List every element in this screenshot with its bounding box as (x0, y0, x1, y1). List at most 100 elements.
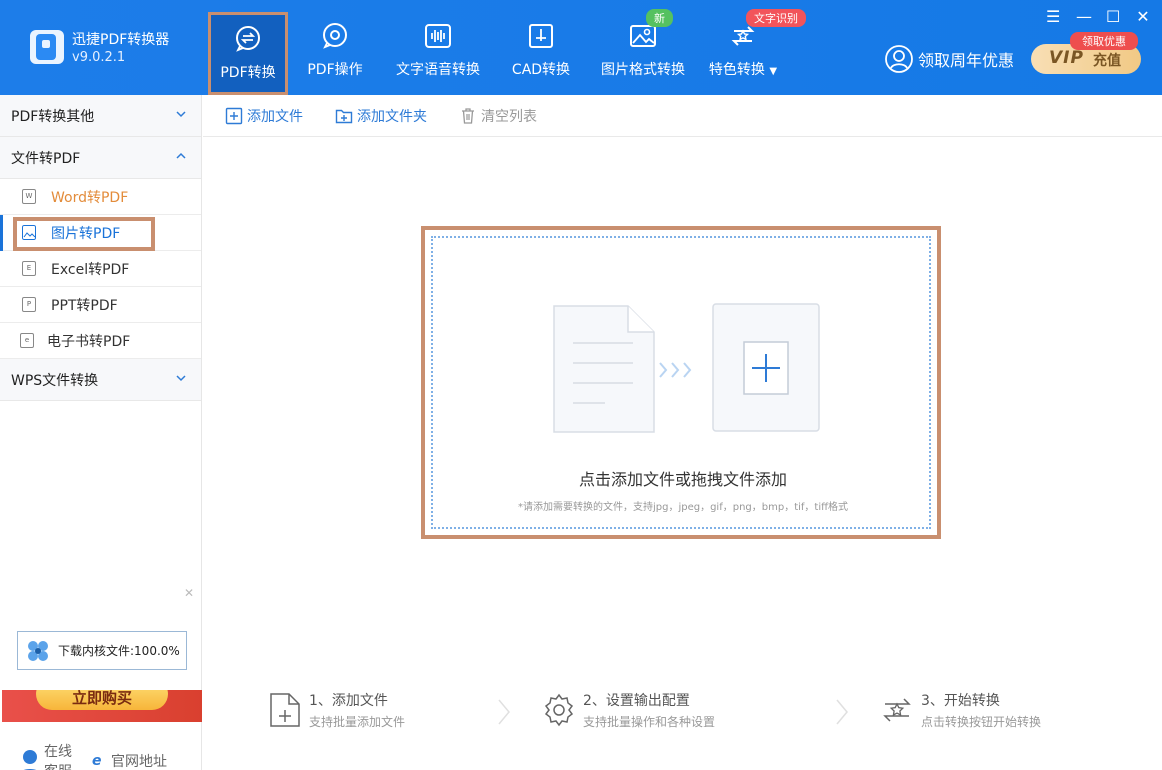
nav-pdf-operation[interactable]: PDF操作 (288, 12, 382, 94)
app-version: v9.0.2.1 (72, 50, 126, 65)
window-controls: ☰ — ☐ ✕ (1046, 8, 1150, 26)
add-folder-icon (335, 109, 353, 123)
cad-icon (529, 24, 553, 48)
download-status-text: 下载内核文件:100.0% (58, 644, 180, 658)
download-status: 下载内核文件:100.0% (17, 631, 187, 670)
nav-special-convert[interactable]: 特色转换 ▼ 文字识别 (698, 9, 806, 94)
nav-cad[interactable]: CAD转换 (494, 12, 588, 94)
sidebar-item-ebook-to-pdf[interactable]: e 电子书转PDF (0, 323, 201, 359)
chevron-down-icon (176, 375, 186, 382)
image-file-icon (22, 225, 36, 240)
anniversary-offer[interactable]: 领取周年优惠 (884, 44, 1014, 74)
step-add-file: 1、添加文件 支持批量添加文件 (269, 690, 405, 730)
ppt-file-icon: P (22, 297, 36, 312)
excel-file-icon: E (22, 261, 36, 276)
step-output-settings: 2、设置输出配置 支持批量操作和各种设置 (543, 690, 715, 730)
steps-bar: 1、添加文件 支持批量添加文件 2、设置输出配置 支持批量操作和各种设置 3、开… (203, 690, 1162, 740)
step-desc: 支持批量添加文件 (309, 715, 406, 729)
nav-pdf-convert[interactable]: PDF转换 (208, 12, 288, 95)
sidebar-item-excel-to-pdf[interactable]: E Excel转PDF (0, 251, 201, 287)
online-service-link[interactable]: 在线客服 (16, 741, 72, 770)
audio-wave-icon (425, 24, 451, 48)
official-site-link[interactable]: e 官网地址 (92, 741, 167, 770)
user-icon (885, 45, 913, 73)
step-title: 2、设置输出配置 (583, 693, 690, 709)
add-folder-label: 添加文件夹 (357, 108, 427, 125)
nav-label: 特色转换 ▼ (708, 62, 778, 78)
chevron-right-icon (836, 699, 848, 725)
pdf-operation-icon (323, 23, 347, 49)
close-icon[interactable]: ✕ (184, 586, 194, 600)
link-label: 官网地址 (111, 754, 167, 770)
item-label: 电子书转PDF (47, 333, 131, 350)
main-nav: PDF转换 PDF操作 文字语音转换 CAD转换 图片格式转换 新 特色转换 ▼… (208, 9, 806, 95)
section-label: WPS文件转换 (11, 372, 99, 389)
nav-text-speech[interactable]: 文字语音转换 (382, 12, 494, 94)
section-label: 文件转PDF (11, 150, 81, 167)
item-label: PPT转PDF (51, 297, 118, 314)
section-file-to-pdf[interactable]: 文件转PDF (0, 137, 201, 179)
section-wps-convert[interactable]: WPS文件转换 (0, 359, 201, 401)
section-label: PDF转换其他 (11, 108, 95, 125)
minimize-icon[interactable]: — (1076, 8, 1092, 26)
vip-offer-tag: 领取优惠 (1070, 32, 1138, 50)
new-badge: 新 (646, 9, 673, 27)
fan-icon (28, 640, 48, 661)
pdf-convert-icon (236, 26, 260, 52)
chevron-up-icon (176, 152, 186, 159)
item-label: Excel转PDF (51, 261, 130, 278)
nav-label: 图片格式转换 (601, 62, 685, 78)
app-window: 迅捷PDF转换器 v9.0.2.1 PDF转换 PDF操作 文字语音转换 CAD… (0, 0, 1162, 770)
add-file-label: 添加文件 (247, 108, 303, 125)
dropzone-highlight: 点击添加文件或拖拽文件添加 *请添加需要转换的文件，支持jpg，jpeg，gif… (421, 226, 941, 539)
sidebar-item-image-to-pdf[interactable]: 图片转PDF (0, 215, 201, 251)
service-icon (23, 750, 37, 770)
step-title: 3、开始转换 (921, 693, 1000, 709)
dropzone-hint: *请添加需要转换的文件，支持jpg，jpeg，gif，png，bmp，tif，t… (517, 502, 849, 513)
file-add-icon (270, 693, 300, 727)
sidebar-item-ppt-to-pdf[interactable]: P PPT转PDF (0, 287, 201, 323)
nav-label: PDF操作 (307, 62, 363, 78)
word-file-icon: W (22, 189, 36, 204)
maximize-icon[interactable]: ☐ (1106, 8, 1120, 26)
gear-icon (544, 693, 574, 727)
step-start-convert: 3、开始转换 点击转换按钮开始转换 (881, 690, 1041, 730)
browser-icon: e (92, 753, 102, 769)
chevron-right-icon (498, 699, 510, 725)
nav-label: CAD转换 (511, 62, 571, 78)
sidebar-item-word-to-pdf[interactable]: W Word转PDF (0, 179, 201, 215)
footer-links: 在线客服 e 官网地址 (16, 741, 167, 770)
step-title: 1、添加文件 (309, 693, 388, 709)
chevron-down-icon (176, 111, 186, 118)
top-bar: 迅捷PDF转换器 v9.0.2.1 PDF转换 PDF操作 文字语音转换 CAD… (0, 0, 1162, 95)
add-file-button[interactable]: 添加文件 (225, 106, 303, 126)
section-pdf-convert-other[interactable]: PDF转换其他 (0, 95, 201, 137)
add-file-icon (225, 107, 243, 124)
app-logo (30, 30, 64, 64)
anniversary-label: 领取周年优惠 (918, 51, 1015, 70)
clear-list-button[interactable]: 清空列表 (459, 106, 537, 126)
toolbar: 添加文件 添加文件夹 清空列表 (203, 95, 1162, 137)
dropdown-caret-icon: ▼ (769, 66, 778, 77)
nav-label: PDF转换 (220, 65, 276, 81)
vip-label: VIP (1049, 48, 1084, 68)
step-desc: 支持批量操作和各种设置 (583, 715, 716, 729)
ocr-badge: 文字识别 (746, 9, 806, 27)
menu-icon[interactable]: ☰ (1046, 8, 1060, 26)
selected-indicator (0, 215, 3, 251)
add-folder-button[interactable]: 添加文件夹 (335, 106, 427, 126)
close-icon[interactable]: ✕ (1136, 8, 1150, 26)
nav-label: 文字语音转换 (396, 62, 480, 78)
add-file-illustration (553, 303, 820, 433)
link-label: 在线客服 (44, 744, 72, 770)
buy-now-button[interactable]: 立即购买 (36, 690, 168, 710)
file-dropzone[interactable]: 点击添加文件或拖拽文件添加 *请添加需要转换的文件，支持jpg，jpeg，gif… (431, 236, 931, 529)
ebook-file-icon: e (20, 333, 34, 348)
trash-icon (462, 107, 474, 124)
recharge-label: 充值 (1093, 53, 1121, 69)
convert-star-icon (883, 698, 911, 722)
app-title: 迅捷PDF转换器 (72, 32, 170, 48)
item-label: Word转PDF (51, 189, 129, 206)
nav-image-format[interactable]: 图片格式转换 新 (588, 9, 698, 94)
clear-list-label: 清空列表 (481, 108, 537, 125)
